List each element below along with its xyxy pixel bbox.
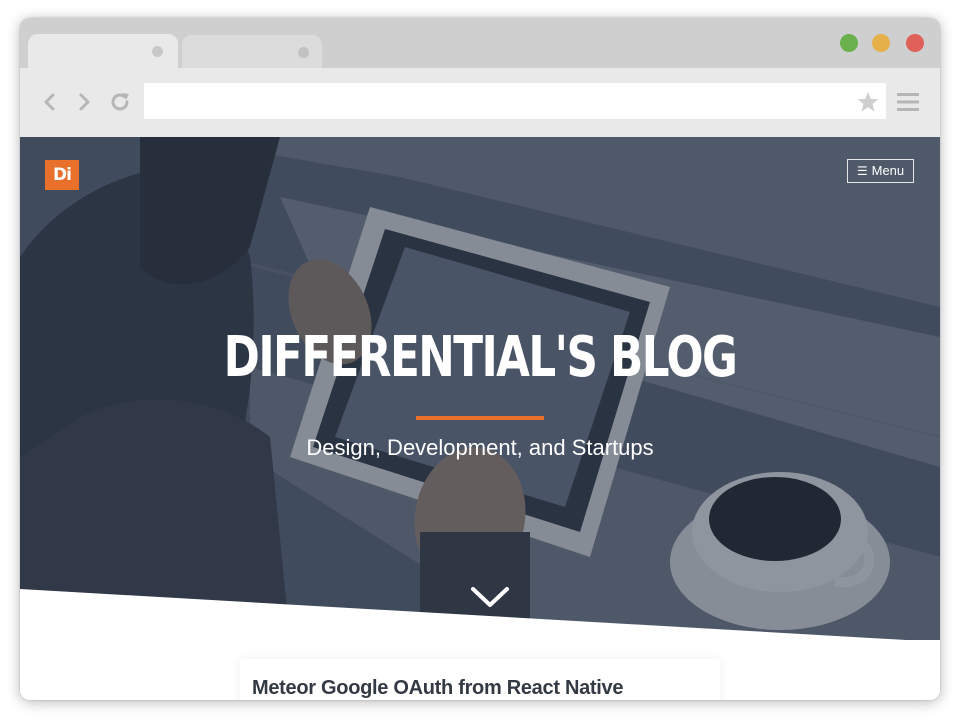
chevron-down-icon[interactable] xyxy=(469,584,511,610)
window-close-button[interactable] xyxy=(906,34,924,52)
hamburger-icon: ☰ xyxy=(856,164,868,178)
page-subtitle: Design, Development, and Startups xyxy=(306,435,654,460)
page-title: DIFFERENTIAL'S BLOG xyxy=(223,325,738,390)
tab-active[interactable] xyxy=(28,34,178,68)
menu-button[interactable]: ☰ Menu xyxy=(847,159,914,183)
address-bar[interactable] xyxy=(144,83,886,119)
post-card[interactable]: Meteor Google OAuth from React Native xyxy=(240,659,720,700)
site-logo[interactable]: Di xyxy=(45,160,79,190)
post-title[interactable]: Meteor Google OAuth from React Native xyxy=(252,677,623,700)
hero-section: Di ☰ Menu DIFFERENTIAL'S BLOG Design, Dev… xyxy=(20,137,940,640)
window-maximize-button[interactable] xyxy=(840,34,858,52)
browser-window: Di ☰ Menu DIFFERENTIAL'S BLOG Design, Dev… xyxy=(20,18,940,700)
star-icon[interactable] xyxy=(856,90,880,114)
tab-close-dot[interactable] xyxy=(298,47,309,58)
tab-close-dot[interactable] xyxy=(152,46,163,57)
chevron-right-icon[interactable] xyxy=(70,88,98,116)
chevron-left-icon[interactable] xyxy=(36,88,64,116)
tab-inactive[interactable] xyxy=(182,35,322,69)
web-page: Di ☰ Menu DIFFERENTIAL'S BLOG Design, Dev… xyxy=(20,137,940,700)
tab-bar xyxy=(20,18,940,69)
window-minimize-button[interactable] xyxy=(872,34,890,52)
title-divider xyxy=(416,416,544,420)
hamburger-icon[interactable] xyxy=(896,90,920,114)
reload-icon[interactable] xyxy=(106,88,134,116)
menu-label: Menu xyxy=(871,163,905,178)
browser-toolbar xyxy=(20,68,940,137)
